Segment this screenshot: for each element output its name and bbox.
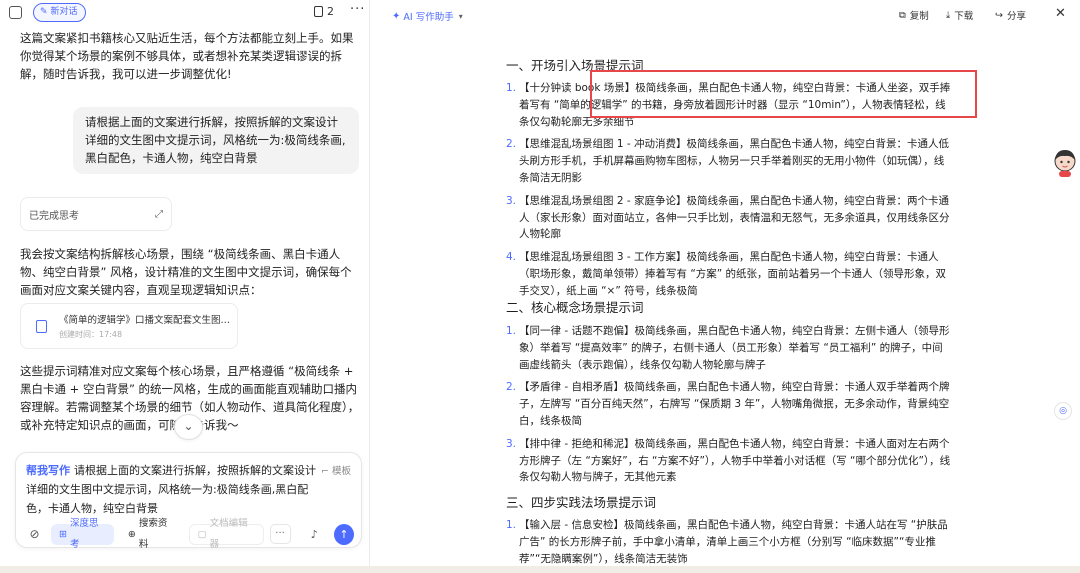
- sparkle-icon: ✦: [392, 10, 401, 22]
- search-button[interactable]: ⊕ 搜索资料: [120, 518, 183, 550]
- list-item: 2. 【思维混乱场景组图 1 - 冲动消费】极简线条画，黑白配色卡通人物，纯空白…: [506, 136, 951, 186]
- new-chat-label: 新对话: [50, 7, 78, 17]
- list-number: 1.: [506, 325, 517, 337]
- scroll-down-button[interactable]: ⌄: [174, 414, 203, 440]
- taskbar: [0, 566, 1080, 573]
- copy-icon: ⧉: [899, 9, 906, 21]
- ai-message-intro: 这篇文案紧扣书籍核心又贴近生活，每个方法都能立刻上手。如果你觉得某个场景的案例不…: [20, 31, 354, 81]
- doc-editor-label: 文档编辑器: [209, 518, 248, 550]
- list-item: 3. 【排中律 - 拒绝和稀泥】极简线条画，黑白配色卡通人物，纯空白背景：卡通人…: [506, 436, 951, 486]
- section-title: 三、四步实践法场景提示词: [506, 495, 657, 510]
- share-button[interactable]: ↪ 分享: [995, 8, 1026, 23]
- list-item: 3. 【思维混乱场景组图 2 - 家庭争论】极简线条画，黑白配色卡通人物，纯空白…: [506, 193, 951, 243]
- list-text: 【排中律 - 拒绝和稀泥】极简线条画，黑白配色卡通人物，纯空白背景：卡通人面对左…: [519, 437, 951, 484]
- document-icon: [314, 6, 323, 17]
- thinking-status-label: 已完成思考: [29, 210, 79, 222]
- template-label: 模板: [331, 466, 351, 477]
- document-card-title: 《简单的逻辑学》口播文案配套文生图提...: [59, 315, 234, 326]
- attach-icon[interactable]: ⊘: [24, 527, 45, 541]
- highlight-box: [590, 70, 977, 118]
- list-number: 1.: [506, 519, 517, 531]
- list-text: 【思维混乱场景组图 3 - 工作方案】极简线条画，黑白配色卡通人物，纯空白背景：…: [519, 251, 947, 297]
- ai-message-answer: 我会按文案结构拆解核心场景，围绕 “极简线条画、黑白卡通人物、纯空白背景” 风格…: [20, 247, 352, 297]
- chat-input-box[interactable]: 帮我写作 请根据上面的文案进行拆解，按照拆解的文案设计详细的文生图中文提示词，风格…: [15, 452, 362, 550]
- side-tool-icon[interactable]: ◎: [1054, 402, 1072, 420]
- globe-icon: ⊕: [127, 528, 136, 540]
- list-item: 1. 【同一律 - 话题不跑偏】极简线条画，黑白配色卡通人物，纯空白背景：左侧卡…: [506, 323, 951, 373]
- list-number: 2.: [506, 138, 517, 151]
- list-number: 1.: [506, 82, 517, 94]
- download-label: 下载: [954, 11, 974, 22]
- user-message: 请根据上面的文案进行拆解，按照拆解的文案设计详细的文生图中文提示词，风格统一为:…: [73, 107, 359, 174]
- document-toolbar: ✦ AI 写作助手 ▾ ⧉ 复制 ⤓ 下载 ↪ 分享 ✕: [371, 0, 1080, 30]
- assistant-avatar-icon[interactable]: [1052, 148, 1078, 178]
- section-list: 1. 【同一律 - 话题不跑偏】极简线条画，黑白配色卡通人物，纯空白背景：左侧卡…: [506, 323, 951, 492]
- copy-button[interactable]: ⧉ 复制: [899, 8, 929, 23]
- copy-label: 复制: [909, 11, 929, 22]
- document-count-button[interactable]: 2: [314, 5, 334, 18]
- edit-icon: ✎: [40, 7, 48, 17]
- list-text: 【输入层 - 信息安检】极简线条画，黑白配色卡通人物，纯空白背景：卡通人站在写 …: [519, 519, 948, 565]
- close-icon[interactable]: ✕: [1055, 6, 1066, 21]
- ai-writer-label: AI 写作助手: [403, 12, 454, 23]
- more-options-icon[interactable]: ···: [350, 2, 365, 17]
- download-icon: ⤓: [946, 9, 951, 21]
- list-number: 3.: [506, 437, 517, 450]
- deep-think-label: 深度思考: [70, 518, 99, 550]
- share-label: 分享: [1006, 11, 1026, 22]
- document-count: 2: [327, 5, 334, 18]
- list-text: 【矛盾律 - 自相矛盾】极简线条画，黑白配色卡通人物，纯空白背景：卡通人双手举着…: [519, 381, 950, 427]
- list-number: 4.: [506, 251, 517, 264]
- help-write-tag[interactable]: 帮我写作: [26, 464, 70, 477]
- download-button[interactable]: ⤓ 下载: [946, 8, 974, 23]
- microphone-icon[interactable]: ♪: [307, 528, 322, 541]
- chat-input[interactable]: 帮我写作 请根据上面的文案进行拆解，按照拆解的文案设计详细的文生图中文提示词，风格…: [26, 461, 326, 518]
- ai-writer-dropdown[interactable]: ✦ AI 写作助手 ▾: [392, 9, 463, 24]
- document-card[interactable]: 《简单的逻辑学》口播文案配套文生图提... 创建时间：17:48: [20, 303, 238, 349]
- list-text: 【思维混乱场景组图 1 - 冲动消费】极简线条画，黑白配色卡通人物，纯空白背景：…: [519, 138, 949, 184]
- send-button[interactable]: ↑: [333, 523, 354, 545]
- list-text: 【同一律 - 话题不跑偏】极简线条画，黑白配色卡通人物，纯空白背景：左侧卡通人（…: [519, 325, 950, 371]
- template-icon: ⌐: [321, 466, 332, 477]
- list-item: 4. 【思维混乱场景组图 3 - 工作方案】极简线条画，黑白配色卡通人物，纯空白…: [506, 249, 951, 299]
- new-chat-button[interactable]: ✎ 新对话: [33, 3, 86, 22]
- deep-think-icon: ⊞: [59, 528, 67, 540]
- list-text: 【思维混乱场景组图 2 - 家庭争论】极简线条画，黑白配色卡通人物，纯空白背景：…: [519, 194, 950, 241]
- expand-icon[interactable]: ⤢: [155, 209, 163, 220]
- section-list: 1. 【输入层 - 信息安检】极简线条画，黑白配色卡通人物，纯空白背景：卡通人站…: [506, 517, 951, 573]
- deep-think-button[interactable]: ⊞ 深度思考: [51, 518, 114, 550]
- list-number: 3.: [506, 194, 517, 207]
- document-icon: [36, 320, 47, 333]
- sidebar-toggle-icon[interactable]: [9, 6, 22, 19]
- list-item: 2. 【矛盾律 - 自相矛盾】极简线条画，黑白配色卡通人物，纯空白背景：卡通人双…: [506, 379, 951, 429]
- chat-panel: ✎ 新对话 2 ··· 这篇文案紧扣书籍核心又贴近生活，每个方法都能立刻上手。如…: [0, 0, 370, 573]
- share-icon: ↪: [995, 9, 1003, 21]
- doc-editor-button[interactable]: ▢ 文档编辑器: [188, 518, 264, 550]
- thinking-status-box[interactable]: 已完成思考 ⤢: [20, 197, 172, 231]
- doc-editor-icon: ▢: [197, 528, 207, 540]
- chat-header: ✎ 新对话 2 ···: [0, 0, 370, 26]
- template-button[interactable]: ⌐ 模板: [321, 463, 351, 477]
- document-card-time: 创建时间：17:48: [59, 330, 123, 339]
- chevron-down-icon: ▾: [458, 11, 463, 21]
- section-title: 二、核心概念场景提示词: [506, 300, 644, 315]
- list-number: 2.: [506, 381, 517, 394]
- input-toolbar: ⊘ ⊞ 深度思考 ⊕ 搜索资料 ▢ 文档编辑器 ··· ♪ ↑: [24, 518, 354, 550]
- list-item: 1. 【输入层 - 信息安检】极简线条画，黑白配色卡通人物，纯空白背景：卡通人站…: [506, 517, 951, 567]
- chevron-down-icon: ⌄: [183, 419, 194, 433]
- search-label: 搜索资料: [138, 518, 168, 550]
- more-tools-button[interactable]: ···: [269, 524, 291, 544]
